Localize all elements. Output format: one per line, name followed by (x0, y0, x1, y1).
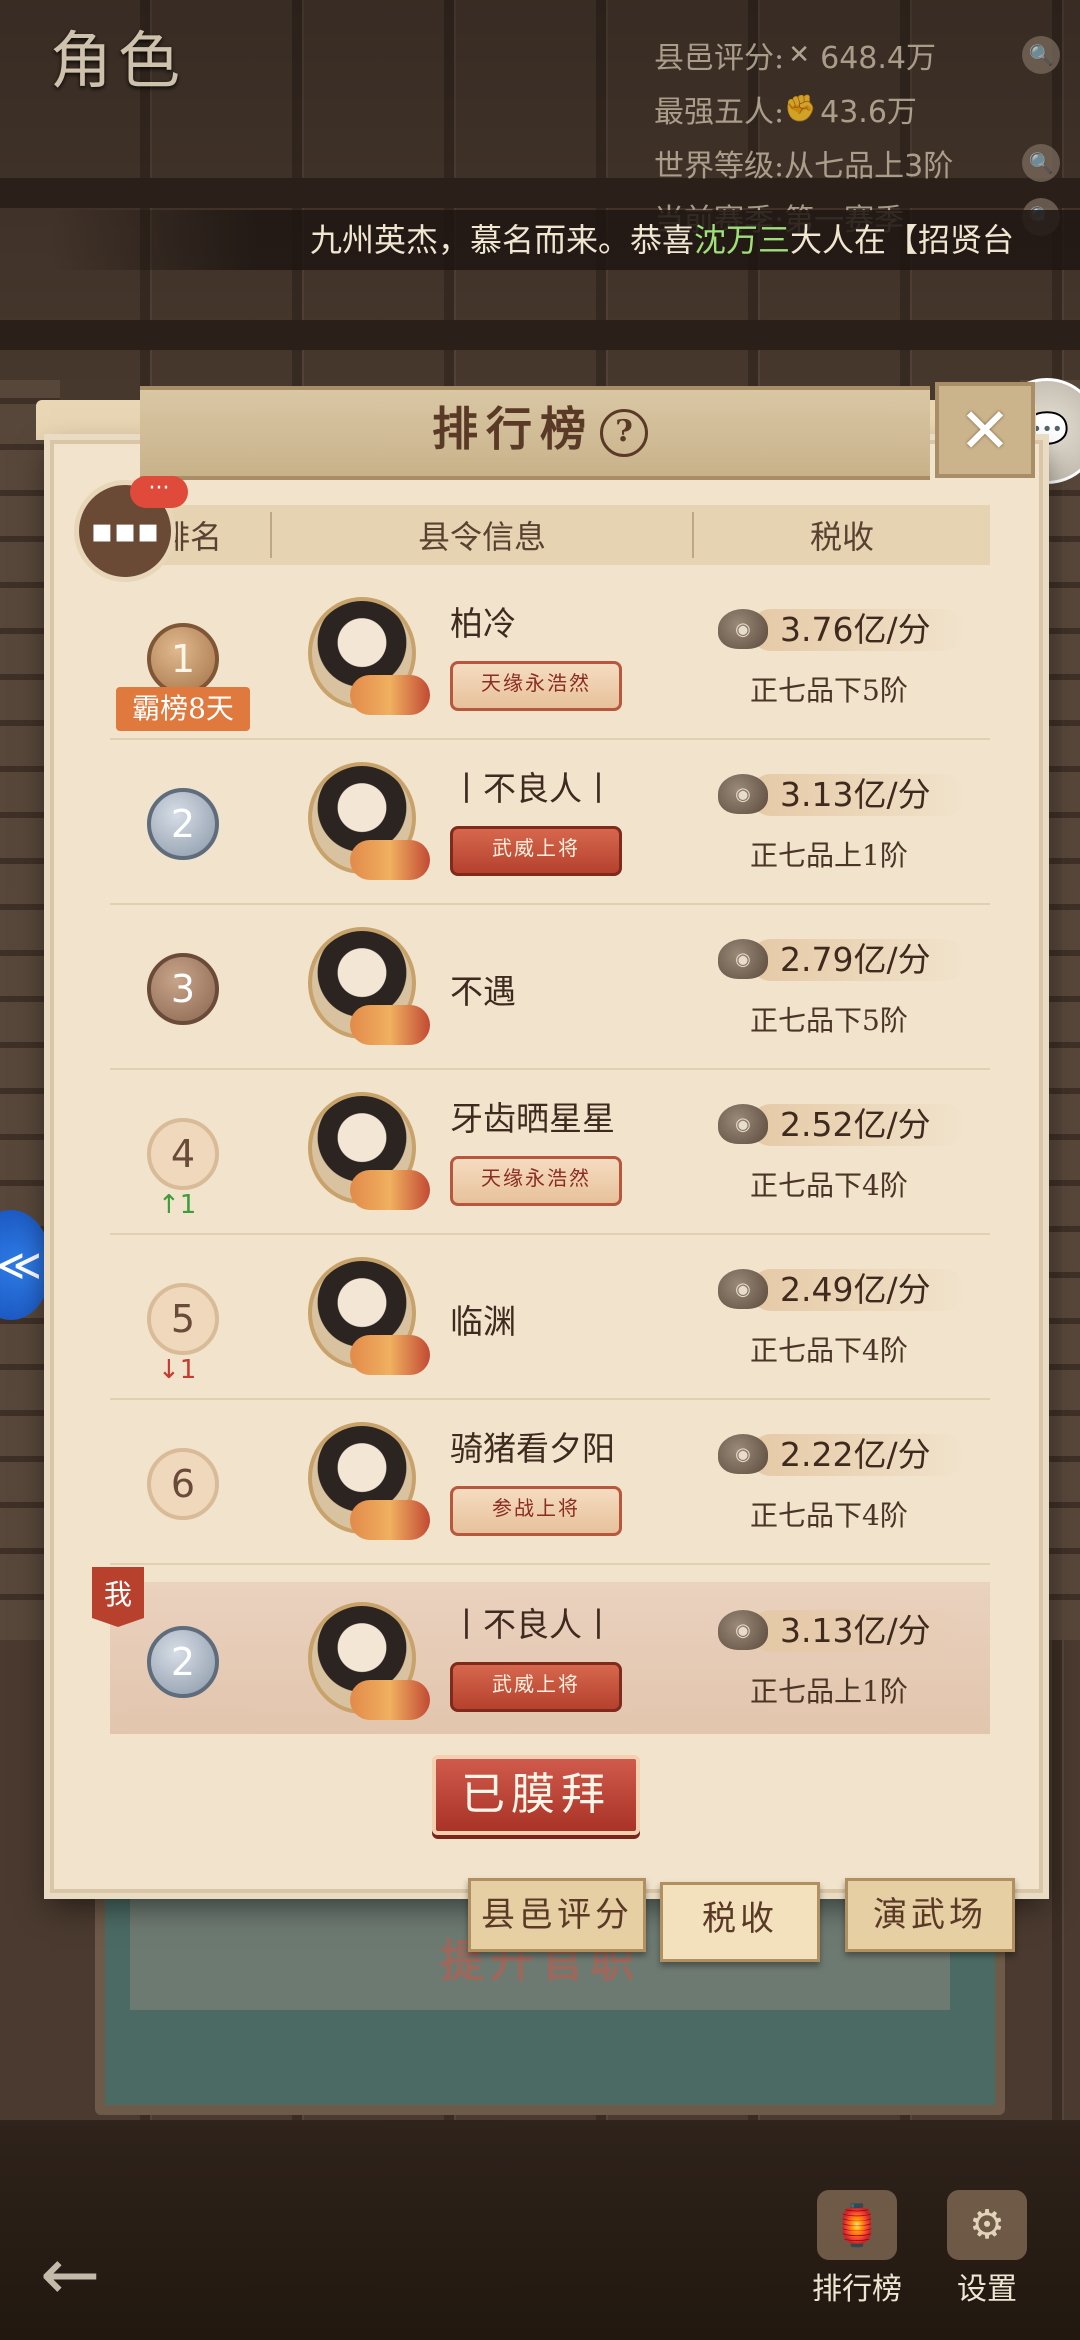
tax-value: 2.22亿/分 (780, 1435, 931, 1474)
player-name: 牙齿晒星星 (450, 1099, 615, 1138)
rank-medal: 6 (147, 1448, 219, 1520)
rank-medal: 2 (147, 788, 219, 860)
search-icon[interactable]: 🔍 (1022, 36, 1060, 74)
title-badge: 武威上将 (450, 826, 622, 876)
tax-value: 3.13亿/分 (780, 1611, 931, 1650)
column-header: 排名 县令信息 税收 (110, 505, 990, 565)
tax-value: 3.13亿/分 (780, 775, 931, 814)
official-grade: 正七品上1阶 (750, 839, 908, 872)
coin-icon: ◉ (718, 939, 768, 979)
rank-medal: 1 (147, 623, 219, 695)
streak-badge: 霸榜8天 (116, 687, 250, 731)
player-name: 丨不良人丨 (450, 1605, 615, 1644)
ranking-row[interactable]: 2 丨不良人丨 武威上将 ◉ 3.13亿/分 正七品上1阶 (110, 740, 990, 905)
ranking-icon: 🏮 (817, 2190, 897, 2260)
avatar-frame-decoration (350, 1005, 430, 1045)
ranking-row[interactable]: 5 ↓1 临渊 ◉ 2.49亿/分 正七品下4阶 (110, 1235, 990, 1400)
fist-icon: ✊ (784, 94, 817, 124)
rank-medal: 3 (147, 953, 219, 1025)
avatar-frame-decoration (350, 1500, 430, 1540)
official-grade: 正七品下4阶 (750, 1499, 908, 1532)
avatar-frame-decoration (350, 675, 430, 715)
avatar-frame-decoration (350, 1335, 430, 1375)
official-grade: 正七品上1阶 (750, 1675, 908, 1708)
hammer-icon: ✕ (788, 40, 810, 70)
coin-icon: ◉ (718, 1104, 768, 1144)
stat-label: 世界等级: (654, 149, 785, 184)
ticker-text: 大人在【招贤台 (790, 221, 1015, 259)
panel-title: 排行榜? (0, 386, 1080, 472)
rank-medal: 5 (147, 1283, 219, 1355)
player-name: 柏冷 (450, 604, 516, 643)
ranking-row[interactable]: 4 ↑1 牙齿晒星星 天缘永浩然 ◉ 2.52亿/分 正七品下4阶 (110, 1070, 990, 1235)
column-magistrate-info: 县令信息 (270, 512, 694, 558)
column-tax: 税收 (809, 518, 874, 556)
stat-top-five: 最强五人: ✊ 43.6万 (640, 82, 1060, 136)
panel-title-text: 排行榜 (432, 402, 594, 456)
settings-nav-button[interactable]: ⚙ 设置 (932, 2190, 1042, 2308)
chat-notification-badge: ··· (130, 476, 188, 508)
official-grade: 正七品下5阶 (750, 674, 908, 707)
stat-value: 从七品上3阶 (784, 149, 954, 184)
official-grade: 正七品下4阶 (750, 1169, 908, 1202)
coin-icon: ◉ (718, 1610, 768, 1650)
title-badge: 天缘永浩然 (450, 661, 622, 711)
rank-change-up: ↑1 (158, 1190, 197, 1220)
player-name: 临渊 (450, 1302, 516, 1341)
tax-value: 3.76亿/分 (780, 610, 931, 649)
rank-change-down: ↓1 (158, 1355, 197, 1385)
player-name: 骑猪看夕阳 (450, 1429, 615, 1468)
ranking-row[interactable]: 6 骑猪看夕阳 参战上将 ◉ 2.22亿/分 正七品下4阶 (110, 1400, 990, 1565)
ranking-list: 1 霸榜8天 柏冷 天缘永浩然 ◉ 3.76亿/分 正七品下5阶 2 丨不良人丨… (110, 575, 990, 1565)
my-ranking-row[interactable]: 2 丨不良人丨 武威上将 ◉ 3.13亿/分 正七品上1阶 (110, 1582, 990, 1734)
stat-county-score: 县邑评分: ✕ 648.4万 🔍 (640, 28, 1060, 82)
stat-world-level: 世界等级: 从七品上3阶 🔍 (640, 136, 1060, 190)
tax-value: 2.79亿/分 (780, 940, 931, 979)
ranking-row[interactable]: 1 霸榜8天 柏冷 天缘永浩然 ◉ 3.76亿/分 正七品下5阶 (110, 575, 990, 740)
back-arrow-icon[interactable]: ← (40, 2232, 100, 2316)
player-name: 不遇 (450, 972, 516, 1011)
worship-button[interactable]: 已膜拜 (432, 1755, 640, 1835)
tab-tax[interactable]: 税收 (660, 1882, 820, 1962)
search-icon[interactable]: 🔍 (1022, 144, 1060, 182)
me-tag: 我 (92, 1567, 144, 1627)
stat-value: 43.6万 (820, 95, 917, 130)
title-badge: 天缘永浩然 (450, 1156, 622, 1206)
tab-county-score[interactable]: 县邑评分 (468, 1878, 646, 1952)
ticker-text: 九州英杰，慕名而来。恭喜 (310, 221, 695, 259)
official-grade: 正七品下4阶 (750, 1334, 908, 1367)
rank-medal: 2 (147, 1626, 219, 1698)
ranking-nav-button[interactable]: 🏮 排行榜 (802, 2190, 912, 2308)
avatar-frame-decoration (350, 1170, 430, 1210)
player-name: 丨不良人丨 (450, 769, 615, 808)
title-badge: 武威上将 (450, 1662, 622, 1712)
stat-label: 县邑评分: (654, 41, 785, 76)
announcement-ticker: 九州英杰，慕名而来。恭喜沈万三大人在【招贤台 (50, 210, 1080, 270)
official-grade: 正七品下5阶 (750, 1004, 908, 1037)
tax-value: 2.49亿/分 (780, 1270, 931, 1309)
background-floor (0, 2120, 1080, 2340)
coin-icon: ◉ (718, 1269, 768, 1309)
ranking-nav-label: 排行榜 (812, 2272, 902, 2307)
settings-nav-label: 设置 (957, 2272, 1017, 2307)
tax-value: 2.52亿/分 (780, 1105, 931, 1144)
stat-label: 最强五人: (654, 95, 785, 130)
coin-icon: ◉ (718, 774, 768, 814)
stat-value: 648.4万 (820, 41, 936, 76)
rank-medal: 4 (147, 1118, 219, 1190)
title-badge: 参战上将 (450, 1486, 622, 1536)
avatar-frame-decoration (350, 1680, 430, 1720)
close-icon: ✕ (959, 393, 1011, 467)
coin-icon: ◉ (718, 609, 768, 649)
coin-icon: ◉ (718, 1434, 768, 1474)
avatar-frame-decoration (350, 840, 430, 880)
close-button[interactable]: ✕ (935, 382, 1035, 478)
settings-icon: ⚙ (947, 2190, 1027, 2260)
ranking-row[interactable]: 3 不遇 ◉ 2.79亿/分 正七品下5阶 (110, 905, 990, 1070)
ticker-highlight-name: 沈万三 (694, 221, 791, 259)
background-beam (0, 320, 1080, 350)
role-title: 角色 (50, 24, 187, 97)
help-icon[interactable]: ? (600, 409, 648, 457)
tab-arena[interactable]: 演武场 (845, 1878, 1015, 1952)
